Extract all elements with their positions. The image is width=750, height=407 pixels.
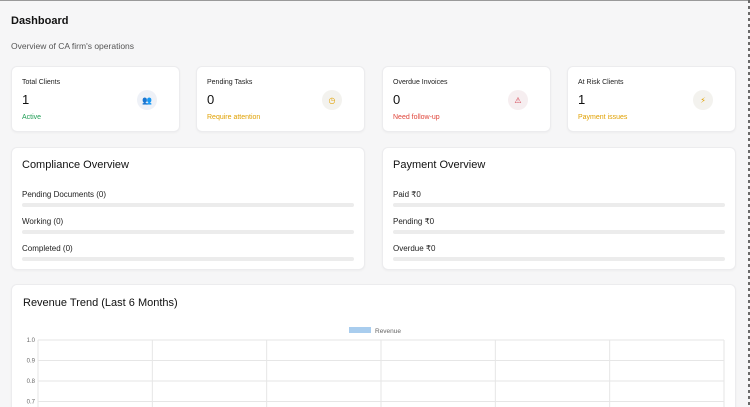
page-subtitle: Overview of CA firm's operations	[11, 41, 135, 51]
payment-progress-bar	[393, 257, 725, 261]
compliance-progress-bar	[22, 230, 354, 234]
stat-value: 1	[22, 92, 30, 107]
y-tick-label: 0.7	[27, 400, 36, 406]
window-top-border	[0, 0, 750, 1]
legend-swatch	[349, 327, 371, 333]
page-title: Dashboard	[11, 15, 69, 27]
stat-value: 0	[393, 92, 401, 107]
compliance-overview-title: Compliance Overview	[22, 159, 129, 171]
stat-card-pending-tasks[interactable]: Pending Tasks 0 Require attention ◷	[196, 66, 365, 132]
revenue-chart: Revenue 1.0 0.9 0.8 0.7	[27, 327, 725, 407]
stat-label: Overdue Invoices	[393, 79, 448, 86]
compliance-progress-bar	[22, 203, 354, 207]
payment-overview-title: Payment Overview	[393, 159, 486, 171]
payment-row-label: Paid ₹0	[393, 190, 421, 199]
legend-label: Revenue	[375, 328, 401, 335]
payment-progress-bar	[393, 203, 725, 207]
stat-note: Require attention	[207, 114, 261, 121]
stat-label: At Risk Clients	[578, 79, 624, 86]
stat-card-at-risk-clients[interactable]: At Risk Clients 1 Payment issues ⚡	[567, 66, 736, 132]
y-tick-label: 0.8	[27, 379, 36, 385]
lightning-icon: ⚡	[693, 90, 713, 110]
payment-overview-card: Payment Overview Paid ₹0 Pending ₹0 Over…	[382, 147, 736, 270]
stat-label: Total Clients	[22, 79, 61, 86]
compliance-progress-bar	[22, 257, 354, 261]
y-tick-label: 1.0	[27, 338, 36, 344]
stat-value: 0	[207, 92, 215, 107]
revenue-trend-card: Revenue Trend (Last 6 Months) Revenue 1.0…	[11, 284, 736, 407]
stat-card-total-clients[interactable]: Total Clients 1 Active 👥	[11, 66, 180, 132]
compliance-row-label: Pending Documents (0)	[22, 190, 107, 199]
clock-icon: ◷	[322, 90, 342, 110]
compliance-row-label: Working (0)	[22, 217, 64, 226]
stat-value: 1	[578, 92, 586, 107]
stat-note: Payment issues	[578, 114, 628, 121]
stat-note: Active	[22, 114, 42, 121]
compliance-overview-card: Compliance Overview Pending Documents (0…	[11, 147, 365, 270]
users-icon: 👥	[137, 90, 157, 110]
stat-card-overdue-invoices[interactable]: Overdue Invoices 0 Need follow-up ⚠	[382, 66, 551, 132]
stat-label: Pending Tasks	[207, 79, 253, 86]
payment-row-label: Overdue ₹0	[393, 244, 436, 253]
y-tick-label: 0.9	[27, 359, 36, 365]
compliance-row-label: Completed (0)	[22, 244, 73, 253]
payment-progress-bar	[393, 230, 725, 234]
stat-note: Need follow-up	[393, 114, 440, 121]
payment-row-label: Pending ₹0	[393, 217, 435, 226]
alert-icon: ⚠	[508, 90, 528, 110]
